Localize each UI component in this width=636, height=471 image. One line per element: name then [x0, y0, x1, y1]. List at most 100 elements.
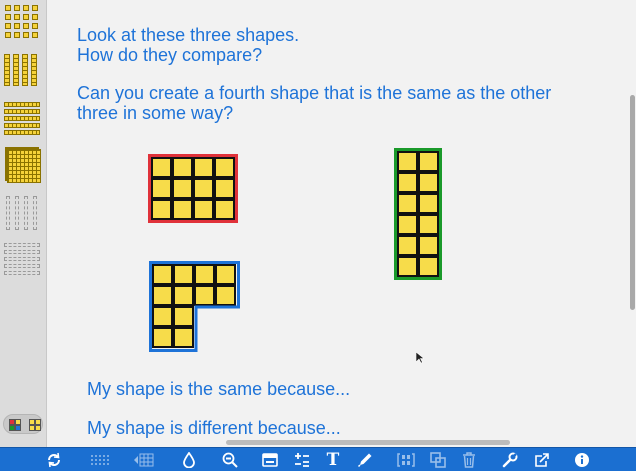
unit-cube[interactable] [152, 306, 173, 327]
unit-cube[interactable] [151, 157, 172, 178]
blue-l-shape[interactable] [149, 261, 239, 351]
unit-cube-icon [14, 23, 20, 29]
flat-outlines-palette[interactable] [4, 241, 42, 281]
ten-flat-icon [4, 130, 40, 135]
cube-color-toggle[interactable] [3, 414, 43, 434]
unit-cube[interactable] [397, 193, 418, 214]
unit-cube-icon [32, 14, 38, 20]
unit-cube[interactable] [152, 285, 173, 306]
ten-flat-icon [4, 102, 40, 107]
unit-cube-icon [14, 14, 20, 20]
prompt-text-create[interactable]: Can you create a fourth shape that is th… [77, 83, 551, 123]
ten-rod-outlines-palette[interactable] [4, 194, 42, 234]
bottom-toolbar: T [0, 447, 636, 471]
text-tool-icon[interactable]: T [323, 451, 343, 469]
ten-rod-icon [31, 54, 37, 86]
unit-cubes-palette[interactable] [5, 5, 41, 45]
ten-flats-palette[interactable] [4, 100, 42, 140]
unit-cube-icon [5, 14, 11, 20]
unit-cube-icon [14, 5, 20, 11]
unit-cube[interactable] [193, 199, 214, 220]
prompt-text-compare[interactable]: Look at these three shapes. How do they … [77, 25, 299, 65]
unit-cube[interactable] [214, 199, 235, 220]
unit-cube[interactable] [215, 285, 236, 306]
ten-flat-icon [4, 109, 40, 114]
refresh-icon[interactable] [44, 451, 64, 469]
outline-icon [4, 271, 40, 275]
grid-dots-icon[interactable] [88, 451, 112, 469]
yellow-cube-icon [35, 425, 41, 431]
unit-cube[interactable] [151, 178, 172, 199]
outline-icon [4, 264, 40, 268]
unit-cube-icon [5, 32, 11, 38]
unit-cube-icon [32, 23, 38, 29]
unit-cube[interactable] [418, 214, 439, 235]
unit-cube[interactable] [151, 199, 172, 220]
blue-cube-icon [15, 425, 21, 431]
vertical-scrollbar[interactable] [630, 95, 635, 310]
outline-icon [6, 196, 10, 230]
unit-cube[interactable] [397, 172, 418, 193]
droplet-icon[interactable] [179, 451, 199, 469]
outline-icon [15, 196, 19, 230]
red-shape-3x4[interactable] [148, 154, 238, 223]
hundred-block-palette[interactable] [5, 147, 43, 187]
unit-cube[interactable] [214, 157, 235, 178]
unit-cube[interactable] [397, 256, 418, 277]
unit-cube[interactable] [172, 157, 193, 178]
unit-cube[interactable] [194, 285, 215, 306]
green-shape-6x2[interactable] [394, 148, 442, 280]
ten-rod-icon [4, 54, 10, 86]
ten-rod-icon [22, 54, 28, 86]
wrench-icon[interactable] [500, 451, 520, 469]
outline-icon [4, 250, 40, 254]
mouse-cursor-icon [416, 352, 424, 364]
group-icon[interactable] [396, 451, 416, 469]
info-icon[interactable] [572, 451, 592, 469]
response-different-text[interactable]: My shape is different because... [87, 418, 341, 438]
unit-cube[interactable] [194, 264, 215, 285]
duplicate-icon[interactable] [428, 451, 448, 469]
unit-cube[interactable] [193, 157, 214, 178]
tile-palette [0, 0, 47, 447]
unit-cube[interactable] [172, 178, 193, 199]
unit-cube[interactable] [173, 327, 194, 348]
horizontal-scrollbar[interactable] [226, 440, 510, 445]
keyboard-icon[interactable] [260, 451, 280, 469]
unit-cube[interactable] [152, 264, 173, 285]
unit-cube-icon [23, 14, 29, 20]
empty-space [194, 306, 215, 327]
unit-cube[interactable] [172, 199, 193, 220]
unit-cube[interactable] [193, 178, 214, 199]
trash-icon[interactable] [459, 451, 479, 469]
ten-flat-icon [4, 116, 40, 121]
unit-cube[interactable] [215, 264, 236, 285]
unit-cube[interactable] [418, 172, 439, 193]
empty-space [215, 306, 236, 327]
unit-cube[interactable] [418, 256, 439, 277]
empty-space [194, 327, 215, 348]
unit-cube-icon [23, 32, 29, 38]
unit-cube[interactable] [173, 306, 194, 327]
unit-cube[interactable] [418, 235, 439, 256]
empty-space [215, 327, 236, 348]
grid-arrow-icon[interactable] [132, 451, 156, 469]
unit-cube[interactable] [397, 151, 418, 172]
unit-cube[interactable] [173, 285, 194, 306]
unit-cube[interactable] [173, 264, 194, 285]
unit-cube-icon [32, 5, 38, 11]
share-icon[interactable] [532, 451, 552, 469]
ten-flat-icon [4, 123, 40, 128]
unit-cube[interactable] [397, 235, 418, 256]
pen-icon[interactable] [355, 451, 375, 469]
workspace-canvas[interactable]: Look at these three shapes. How do they … [48, 0, 636, 447]
unit-cube[interactable] [418, 151, 439, 172]
unit-cube[interactable] [397, 214, 418, 235]
unit-cube[interactable] [214, 178, 235, 199]
response-same-text[interactable]: My shape is the same because... [87, 379, 350, 399]
zoom-out-icon[interactable] [220, 451, 240, 469]
ten-rods-palette[interactable] [4, 52, 42, 92]
unit-cube[interactable] [418, 193, 439, 214]
plus-minus-icon[interactable] [292, 451, 312, 469]
unit-cube[interactable] [152, 327, 173, 348]
